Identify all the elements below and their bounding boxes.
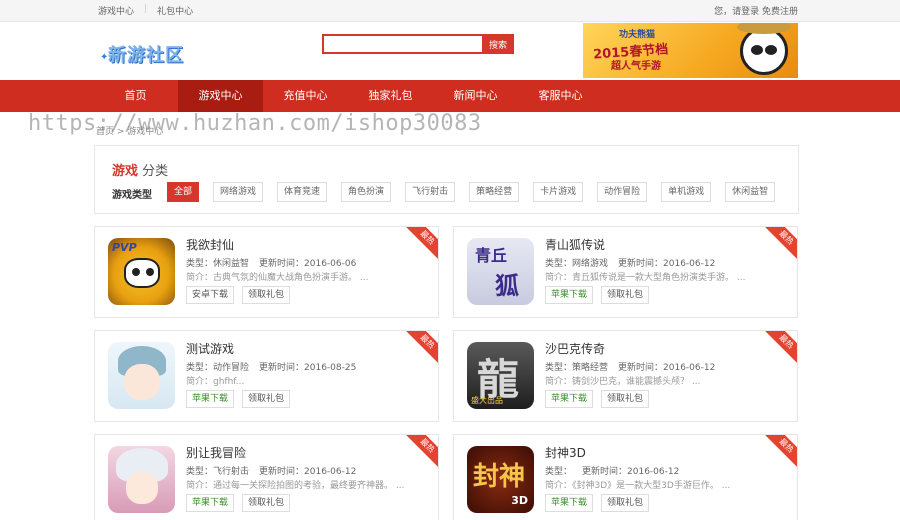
tag-rpg[interactable]: 角色扮演	[341, 182, 392, 202]
game-desc: 简介：《封神3D》是一款大型3D手游巨作。 ...	[545, 481, 731, 491]
search-bar: 搜索	[322, 34, 514, 54]
game-name[interactable]: 测试游戏	[186, 340, 234, 357]
game-name[interactable]: 封神3D	[545, 444, 586, 461]
game-desc: 简介：ghfhf...	[186, 377, 245, 387]
promo-banner[interactable]: 功夫熊猫 2015春节档 超人气手游	[583, 23, 798, 78]
category-panel: 游戏 分类 游戏类型 全部 网络游戏 体育竞速 角色扮演 飞行射击 策略经营 卡…	[94, 145, 799, 214]
game-meta: 类型：飞行射击 更新时间：2016-06-12	[186, 467, 357, 477]
hot-ribbon: 最热	[762, 331, 797, 366]
tag-card[interactable]: 卡片游戏	[533, 182, 584, 202]
anime-girl-icon[interactable]	[108, 446, 175, 513]
tag-all[interactable]: 全部	[167, 182, 200, 202]
tag-shooter[interactable]: 飞行射击	[405, 182, 456, 202]
game-name[interactable]: 青山狐传说	[545, 236, 605, 253]
game-desc: 简介：通过每一关探险拍图的考验，最终要齐神器。 ...	[186, 481, 405, 491]
download-button[interactable]: 安卓下载	[186, 286, 235, 304]
nav-exclusive-gifts[interactable]: 独家礼包	[348, 80, 433, 112]
download-button[interactable]: 苹果下载	[545, 494, 594, 512]
game-type-label: 游戏类型	[112, 190, 152, 201]
watermark: https://www.huzhan.com/ishop30083	[28, 111, 482, 136]
game-card[interactable]: 别让我冒险 类型：飞行射击 更新时间：2016-06-12 简介：通过每一关探险拍…	[94, 434, 439, 520]
hot-ribbon: 最热	[762, 435, 797, 470]
top-utility-bar: 游戏中心 | 礼包中心 您，请登录 免费注册	[0, 0, 900, 22]
nav-game-center[interactable]: 游戏中心	[178, 80, 263, 112]
dragon-game-icon[interactable]: 龍盛大出品	[467, 342, 534, 409]
hot-ribbon: 最热	[403, 331, 438, 366]
download-button[interactable]: 苹果下载	[186, 390, 235, 408]
game-meta: 类型：休闲益智 更新时间：2016-06-06	[186, 259, 357, 269]
search-button[interactable]: 搜索	[482, 34, 514, 54]
game-card[interactable]: 青丘狐 青山狐传说 类型：网络游戏 更新时间：2016-06-12 简介：青丘狐传…	[453, 226, 798, 318]
gift-button[interactable]: 领取礼包	[601, 494, 650, 512]
game-desc: 简介：古典气氛的仙魔大战角色扮演手游。 ...	[186, 273, 369, 283]
fengshen-game-icon[interactable]: 封神 3D	[467, 446, 534, 513]
header: ✦✧ 新游社区 搜索 功夫熊猫 2015春节档 超人气手游	[0, 22, 900, 80]
game-card[interactable]: 龍盛大出品 沙巴克传奇 类型：策略经营 更新时间：2016-06-12 简介：铸剑…	[453, 330, 798, 422]
game-meta: 类型：网络游戏 更新时间：2016-06-12	[545, 259, 716, 269]
nav-service-center[interactable]: 客服中心	[518, 80, 603, 112]
game-name[interactable]: 别让我冒险	[186, 444, 246, 461]
pvp-game-icon[interactable]: PVP	[108, 238, 175, 305]
game-name[interactable]: 我欲封仙	[186, 236, 234, 253]
hot-ribbon: 最热	[403, 227, 438, 262]
download-button[interactable]: 苹果下载	[545, 286, 594, 304]
game-card[interactable]: PVP 我欲封仙 类型：休闲益智 更新时间：2016-06-06 简介：古典气氛的…	[94, 226, 439, 318]
gift-button[interactable]: 领取礼包	[242, 494, 291, 512]
game-card[interactable]: 封神 3D 封神3D 类型： 更新时间：2016-06-12 简介：《封神3D》是一…	[453, 434, 798, 520]
divider: |	[144, 4, 148, 14]
game-meta: 类型：策略经营 更新时间：2016-06-12	[545, 363, 716, 373]
download-button[interactable]: 苹果下载	[545, 390, 594, 408]
search-input[interactable]	[322, 34, 482, 54]
gift-button[interactable]: 领取礼包	[601, 390, 650, 408]
download-button[interactable]: 苹果下载	[186, 494, 235, 512]
site-logo[interactable]: ✦✧ 新游社区	[100, 34, 200, 74]
nav-news-center[interactable]: 新闻中心	[433, 80, 518, 112]
main-nav: 首页 游戏中心 充值中心 独家礼包 新闻中心 客服中心	[0, 80, 900, 112]
gift-button[interactable]: 领取礼包	[242, 286, 291, 304]
game-name[interactable]: 沙巴克传奇	[545, 340, 605, 357]
game-desc: 简介：铸剑沙巴克，谁能震撼头颅？ ...	[545, 377, 701, 387]
login-links[interactable]: 您，请登录 免费注册	[714, 4, 798, 17]
category-tags: 全部 网络游戏 体育竞速 角色扮演 飞行射击 策略经营 卡片游戏 动作冒险 单机…	[167, 182, 776, 202]
game-meta: 类型： 更新时间：2016-06-12	[545, 467, 680, 477]
nav-home[interactable]: 首页	[93, 80, 178, 112]
tag-single-player[interactable]: 单机游戏	[661, 182, 712, 202]
anime-boy-icon[interactable]	[108, 342, 175, 409]
tag-sports-racing[interactable]: 体育竞速	[277, 182, 328, 202]
hot-ribbon: 最热	[762, 227, 797, 262]
top-link-game-center[interactable]: 游戏中心	[98, 4, 134, 17]
game-card[interactable]: 测试游戏 类型：动作冒险 更新时间：2016-08-25 简介：ghfhf... …	[94, 330, 439, 422]
tag-casual-puzzle[interactable]: 休闲益智	[725, 182, 776, 202]
gift-button[interactable]: 领取礼包	[242, 390, 291, 408]
category-title: 游戏 分类	[112, 164, 169, 179]
gift-button[interactable]: 领取礼包	[601, 286, 650, 304]
tag-online[interactable]: 网络游戏	[213, 182, 264, 202]
hot-ribbon: 最热	[403, 435, 438, 470]
panda-icon	[737, 23, 791, 75]
top-link-gift-center[interactable]: 礼包中心	[157, 4, 193, 17]
logo-text: 新游社区	[108, 45, 184, 66]
game-desc: 简介：青丘狐传说是一款大型角色扮演类手游。 ...	[545, 273, 746, 283]
game-meta: 类型：动作冒险 更新时间：2016-08-25	[186, 363, 357, 373]
banner-logo: 功夫熊猫	[619, 30, 656, 40]
top-links: 游戏中心 | 礼包中心	[98, 4, 193, 17]
fox-game-icon[interactable]: 青丘狐	[467, 238, 534, 305]
tag-strategy[interactable]: 策略经营	[469, 182, 520, 202]
banner-subtitle: 超人气手游	[611, 61, 661, 72]
tag-action-adventure[interactable]: 动作冒险	[597, 182, 648, 202]
nav-recharge-center[interactable]: 充值中心	[263, 80, 348, 112]
